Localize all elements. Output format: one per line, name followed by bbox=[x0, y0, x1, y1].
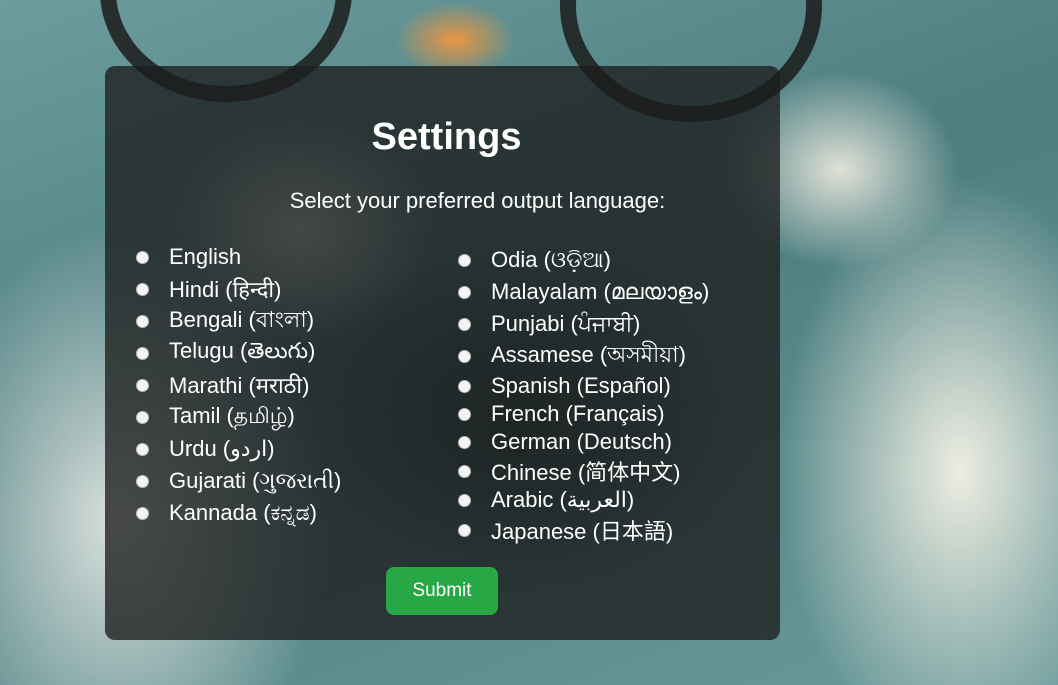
language-option-urdu[interactable]: Urdu (اردو) bbox=[136, 433, 341, 465]
language-option-odia[interactable]: Odia (ଓଡ଼ିଆ) bbox=[458, 244, 709, 276]
language-option-chinese[interactable]: Chinese (简体中文) bbox=[458, 456, 709, 486]
radio-button[interactable] bbox=[458, 407, 471, 421]
radio-button[interactable] bbox=[136, 282, 149, 296]
page-title: Settings bbox=[371, 116, 522, 158]
radio-button[interactable] bbox=[136, 506, 149, 520]
language-option-kannada[interactable]: Kannada (ಕನ್ನಡ) bbox=[136, 497, 341, 529]
language-label: Spanish (Español) bbox=[491, 373, 671, 398]
language-label: French (Français) bbox=[491, 401, 665, 426]
language-label: Tamil (தமிழ்) bbox=[169, 402, 295, 428]
language-label: Assamese (অসমীয়া) bbox=[491, 341, 686, 367]
radio-button[interactable] bbox=[458, 379, 471, 393]
radio-button[interactable] bbox=[136, 346, 149, 360]
language-option-french[interactable]: French (Français) bbox=[458, 400, 709, 428]
language-label: Urdu (اردو) bbox=[169, 436, 275, 461]
language-option-marathi[interactable]: Marathi (मराठी) bbox=[136, 369, 341, 401]
language-option-punjabi[interactable]: Punjabi (ਪੰਜਾਬੀ) bbox=[458, 308, 709, 340]
radio-button[interactable] bbox=[458, 493, 471, 507]
language-option-german[interactable]: German (Deutsch) bbox=[458, 428, 709, 456]
language-label: Chinese (简体中文) bbox=[491, 460, 681, 485]
radio-button[interactable] bbox=[458, 317, 471, 331]
radio-button[interactable] bbox=[136, 250, 149, 264]
language-option-japanese[interactable]: Japanese (日本語) bbox=[458, 514, 709, 546]
language-label: Hindi (हिन्दी) bbox=[169, 277, 282, 302]
language-label: Japanese (日本語) bbox=[491, 519, 674, 544]
radio-button[interactable] bbox=[458, 435, 471, 449]
radio-button[interactable] bbox=[136, 442, 149, 456]
radio-button[interactable] bbox=[136, 378, 149, 392]
radio-button[interactable] bbox=[136, 410, 149, 424]
radio-button[interactable] bbox=[458, 464, 471, 478]
language-option-malayalam[interactable]: Malayalam (മലയാളം) bbox=[458, 276, 709, 308]
language-label: Marathi (मराठी) bbox=[169, 373, 310, 398]
language-option-spanish[interactable]: Spanish (Español) bbox=[458, 372, 709, 400]
submit-button[interactable]: Submit bbox=[386, 567, 498, 615]
language-label: English bbox=[169, 244, 242, 269]
language-option-gujarati[interactable]: Gujarati (ગુજરાતી) bbox=[136, 465, 341, 497]
settings-panel: Settings Select your preferred output la… bbox=[105, 66, 780, 640]
language-option-hindi[interactable]: Hindi (हिन्दी) bbox=[136, 273, 341, 305]
language-label: Telugu (తెలుగు) bbox=[169, 337, 316, 363]
language-option-assamese[interactable]: Assamese (অসমীয়া) bbox=[458, 340, 709, 372]
language-label: Bengali (বাংলা) bbox=[169, 306, 315, 332]
radio-button[interactable] bbox=[458, 349, 471, 363]
language-label: Gujarati (ગુજરાતી) bbox=[169, 468, 342, 493]
language-option-arabic[interactable]: Arabic (العربية) bbox=[458, 486, 709, 514]
radio-button[interactable] bbox=[458, 253, 471, 267]
language-list-left: English Hindi (हिन्दी) Bengali (বাংলা) T… bbox=[136, 241, 341, 529]
language-label: German (Deutsch) bbox=[491, 429, 672, 454]
language-option-bengali[interactable]: Bengali (বাংলা) bbox=[136, 305, 341, 337]
language-label: Punjabi (ਪੰਜਾਬੀ) bbox=[491, 311, 641, 336]
language-label: Odia (ଓଡ଼ିଆ) bbox=[491, 247, 611, 272]
language-label: Malayalam (മലയാളം) bbox=[491, 279, 710, 304]
radio-button[interactable] bbox=[136, 474, 149, 488]
radio-button[interactable] bbox=[458, 285, 471, 299]
radio-button[interactable] bbox=[136, 314, 149, 328]
language-label: Arabic (العربية) bbox=[491, 487, 635, 512]
language-list-right: Odia (ଓଡ଼ିଆ) Malayalam (മലയാളം) Punjabi … bbox=[458, 244, 709, 546]
language-label: Kannada (ಕನ್ನಡ) bbox=[169, 500, 317, 525]
language-option-telugu[interactable]: Telugu (తెలుగు) bbox=[136, 337, 341, 369]
radio-button[interactable] bbox=[458, 523, 471, 537]
language-option-tamil[interactable]: Tamil (தமிழ்) bbox=[136, 401, 341, 433]
language-option-english[interactable]: English bbox=[136, 241, 341, 273]
language-prompt: Select your preferred output language: bbox=[289, 188, 666, 213]
